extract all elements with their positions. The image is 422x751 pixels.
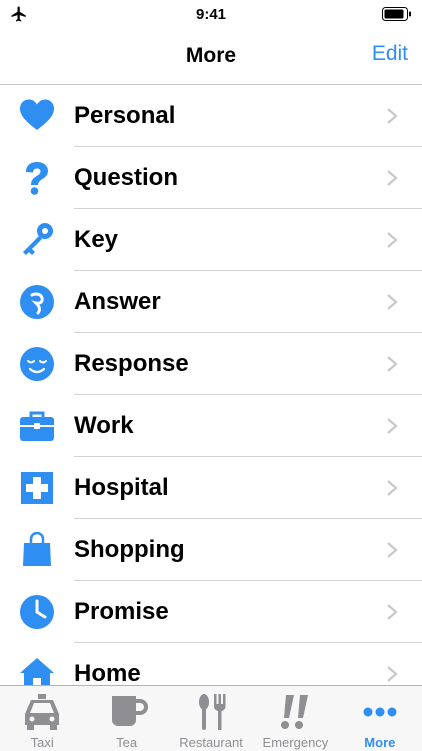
navigation-bar: More Edit bbox=[0, 28, 422, 85]
list-item-label: Home bbox=[74, 660, 141, 685]
chevron-right-icon bbox=[387, 294, 398, 310]
tab-restaurant[interactable]: Restaurant bbox=[169, 686, 253, 751]
tab-label: More bbox=[364, 735, 396, 750]
airplane-icon bbox=[11, 6, 26, 22]
list-item-promise[interactable]: Promise bbox=[0, 581, 422, 643]
exclamation-icon bbox=[274, 692, 316, 732]
list-item-hospital[interactable]: Hospital bbox=[0, 457, 422, 519]
list-item-work[interactable]: Work bbox=[0, 395, 422, 457]
tab-more[interactable]: More bbox=[338, 686, 422, 751]
heart-icon bbox=[19, 98, 55, 134]
tab-tea[interactable]: Tea bbox=[84, 686, 168, 751]
shopping-bag-icon bbox=[19, 532, 55, 568]
list-item-shopping[interactable]: Shopping bbox=[0, 519, 422, 581]
list-item-label: Shopping bbox=[74, 536, 185, 563]
teacup-icon bbox=[106, 692, 148, 732]
answer-icon bbox=[19, 284, 55, 320]
page-title: More bbox=[185, 44, 237, 67]
list-item-label: Personal bbox=[74, 102, 176, 129]
smiley-icon bbox=[19, 346, 55, 382]
key-icon bbox=[19, 222, 55, 258]
status-time: 9:41 bbox=[195, 5, 227, 23]
chevron-right-icon bbox=[387, 108, 398, 124]
chevron-right-icon bbox=[387, 542, 398, 558]
list-item-question[interactable]: Question bbox=[0, 147, 422, 209]
question-icon bbox=[19, 160, 55, 196]
tab-label: Taxi bbox=[30, 735, 54, 750]
list-item-label: Promise bbox=[74, 598, 169, 625]
tab-taxi[interactable]: Taxi bbox=[0, 686, 84, 751]
list-item-response[interactable]: Response bbox=[0, 333, 422, 395]
chevron-right-icon bbox=[387, 418, 398, 434]
chevron-right-icon bbox=[387, 232, 398, 248]
tab-label: Tea bbox=[116, 735, 138, 750]
list-item-personal[interactable]: Personal bbox=[0, 85, 422, 147]
list-item-answer[interactable]: Answer bbox=[0, 271, 422, 333]
chevron-right-icon bbox=[387, 356, 398, 372]
status-bar: 9:41 bbox=[0, 0, 422, 28]
taxi-icon bbox=[21, 692, 63, 732]
house-icon bbox=[19, 656, 55, 685]
chevron-right-icon bbox=[387, 666, 398, 682]
briefcase-icon bbox=[19, 408, 55, 444]
tab-bar: Taxi Tea Restaurant Emergency More bbox=[0, 685, 422, 751]
clock-icon bbox=[19, 594, 55, 630]
hospital-cross-icon bbox=[19, 470, 55, 506]
tab-label: Emergency bbox=[262, 735, 329, 750]
list-item-label: Work bbox=[74, 412, 134, 439]
more-list: Personal Question Key Answer Response Wo… bbox=[0, 85, 422, 685]
list-item-label: Answer bbox=[74, 288, 161, 315]
list-item-home[interactable]: Home bbox=[0, 643, 422, 685]
tab-label: Restaurant bbox=[179, 735, 243, 750]
list-item-label: Response bbox=[74, 350, 189, 377]
battery-icon bbox=[382, 7, 411, 21]
more-dots-icon bbox=[359, 692, 401, 732]
list-item-label: Hospital bbox=[74, 474, 169, 501]
list-item-label: Key bbox=[74, 226, 119, 253]
edit-button[interactable]: Edit bbox=[372, 42, 408, 66]
tab-emergency[interactable]: Emergency bbox=[253, 686, 337, 751]
chevron-right-icon bbox=[387, 604, 398, 620]
fork-spoon-icon bbox=[190, 692, 232, 732]
list-item-key[interactable]: Key bbox=[0, 209, 422, 271]
chevron-right-icon bbox=[387, 480, 398, 496]
chevron-right-icon bbox=[387, 170, 398, 186]
list-item-label: Question bbox=[74, 164, 179, 191]
